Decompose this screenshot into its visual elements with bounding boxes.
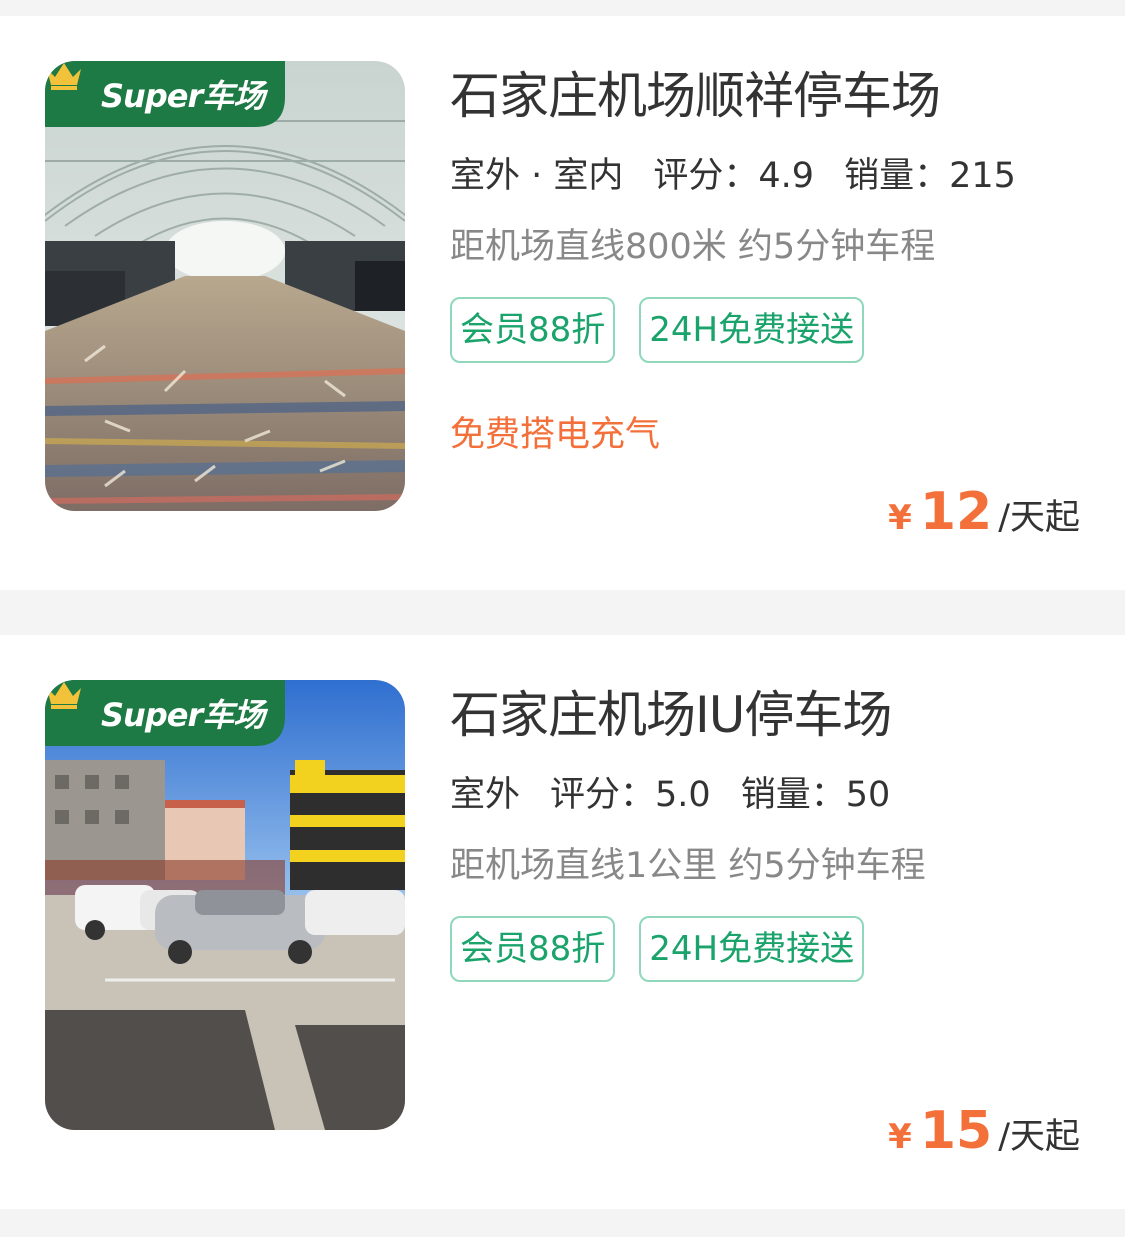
badge-label: Super车场 [101, 77, 265, 115]
crown-icon [47, 682, 81, 709]
tag-shuttle: 24H免费接送 [639, 916, 865, 982]
currency-symbol: ¥ [888, 1117, 912, 1157]
sales-count: 销量：215 [844, 156, 1016, 196]
parking-lot-title: 石家庄机场IU停车场 [450, 686, 892, 744]
tag-member-discount: 会员88折 [450, 297, 616, 363]
super-parking-badge: Super车场 [45, 680, 285, 746]
tag-shuttle: 24H免费接送 [639, 297, 865, 363]
parking-lot-title: 石家庄机场顺祥停车场 [450, 67, 941, 125]
parking-lot-photo[interactable]: Super车场 [45, 680, 405, 1130]
price-value: 12 [919, 482, 993, 542]
super-parking-badge: Super车场 [45, 61, 285, 127]
parking-lot-photo[interactable]: Super车场 [45, 61, 405, 511]
parking-shed-photo-icon [45, 61, 405, 511]
sales-count: 销量：50 [740, 775, 891, 815]
price-value: 15 [919, 1101, 993, 1161]
tag-member-discount: 会员88折 [450, 916, 616, 982]
parking-lot-list: Super车场 石家庄机场顺祥停车场 室外 · 室内 评分：4.9 销量：215 距… [0, 0, 1125, 1237]
distance-text: 距机场直线800米 约5分钟车程 [450, 227, 936, 267]
tag-list: 会员88折 24H免费接送 [450, 297, 1090, 363]
rating: 评分：5.0 [550, 775, 711, 815]
parking-lot-card[interactable]: Super车场 石家庄机场IU停车场 室外 评分：5.0 销量：50 距机场直线1公… [0, 635, 1125, 1209]
tag-list: 会员88折 24H免费接送 [450, 916, 1090, 982]
distance-text: 距机场直线1公里 约5分钟车程 [450, 846, 926, 886]
badge-label: Super车场 [101, 696, 265, 734]
currency-symbol: ¥ [888, 498, 912, 538]
parking-lot-card[interactable]: Super车场 石家庄机场顺祥停车场 室外 · 室内 评分：4.9 销量：215 距… [0, 16, 1125, 590]
parking-lot-meta: 室外 评分：5.0 销量：50 [450, 772, 1090, 822]
parking-type: 室外 · 室内 [450, 153, 624, 203]
price: ¥12/天起 [888, 482, 1080, 542]
parking-lot-meta: 室外 · 室内 评分：4.9 销量：215 [450, 153, 1090, 203]
rating: 评分：4.9 [653, 156, 815, 196]
price-unit: /天起 [998, 1117, 1080, 1157]
price-unit: /天起 [998, 498, 1080, 538]
price: ¥15/天起 [888, 1101, 1080, 1161]
outdoor-lot-photo-icon [45, 680, 405, 1130]
crown-icon [47, 63, 81, 90]
parking-type: 室外 [450, 772, 521, 822]
extra-service: 免费搭电充气 [450, 415, 661, 455]
